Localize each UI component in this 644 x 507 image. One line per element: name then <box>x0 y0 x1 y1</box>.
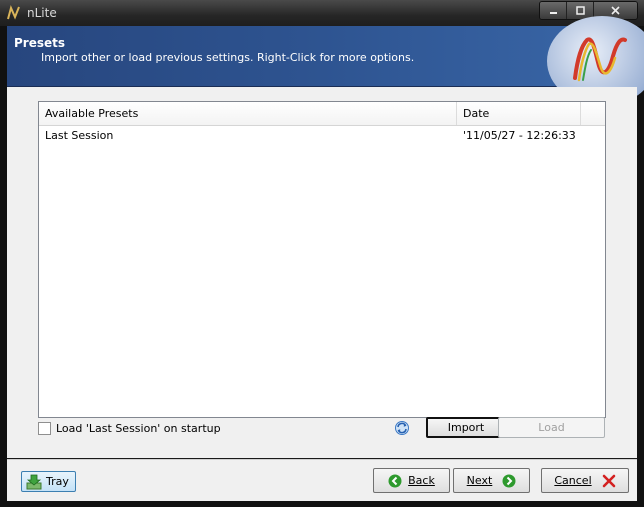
import-button[interactable]: Import <box>426 417 506 438</box>
tray-button[interactable]: Tray <box>21 471 76 492</box>
cancel-button-label: Cancel <box>554 474 592 487</box>
close-icon <box>611 6 620 15</box>
column-header-filler <box>581 102 605 125</box>
window-title: nLite <box>27 6 57 20</box>
title-bar[interactable]: nLite <box>0 0 644 26</box>
column-header-date[interactable]: Date <box>457 102 581 125</box>
presets-list[interactable]: Available Presets Date Last Session '11/… <box>38 101 606 418</box>
load-button-label: Load <box>538 421 565 434</box>
load-button[interactable]: Load <box>498 417 605 438</box>
page-subtitle: Import other or load previous settings. … <box>41 51 415 64</box>
tray-download-icon <box>26 474 42 490</box>
window-frame-bottom <box>0 500 644 507</box>
nlite-app-icon <box>7 5 20 20</box>
window-frame-left <box>0 26 7 507</box>
next-button[interactable]: Next <box>453 468 530 493</box>
presets-list-header: Available Presets Date <box>39 102 605 126</box>
column-header-available-presets[interactable]: Available Presets <box>39 102 457 125</box>
presets-panel: Available Presets Date Last Session '11/… <box>7 87 637 458</box>
back-button-label: Back <box>408 474 435 487</box>
load-on-startup-label: Load 'Last Session' on startup <box>56 422 221 435</box>
maximize-icon <box>575 6 585 15</box>
refresh-icon[interactable] <box>394 420 410 436</box>
load-on-startup-checkbox[interactable] <box>38 422 51 435</box>
arrow-left-icon <box>388 474 402 488</box>
preset-name: Last Session <box>45 129 114 142</box>
cancel-x-icon <box>602 474 616 488</box>
arrow-right-icon <box>502 474 516 488</box>
list-item[interactable]: Last Session '11/05/27 - 12:26:33 <box>39 126 605 145</box>
page-title: Presets <box>14 36 66 50</box>
preset-date: '11/05/27 - 12:26:33 <box>463 129 576 142</box>
wizard-footer: Tray Back Next Cancel <box>7 459 637 501</box>
tray-button-label: Tray <box>46 475 69 488</box>
minimize-button[interactable] <box>540 2 567 19</box>
load-on-startup-option[interactable]: Load 'Last Session' on startup <box>38 422 221 435</box>
import-button-label: Import <box>447 421 485 434</box>
back-button[interactable]: Back <box>373 468 450 493</box>
nlite-window: nLite Presets Import other or load previ… <box>0 0 644 507</box>
window-frame-right <box>637 26 644 507</box>
cancel-button[interactable]: Cancel <box>541 468 629 493</box>
page-header: Presets Import other or load previous se… <box>7 16 644 106</box>
next-button-label: Next <box>466 474 493 487</box>
nlite-logo-icon <box>573 37 627 82</box>
minimize-icon <box>549 12 557 14</box>
